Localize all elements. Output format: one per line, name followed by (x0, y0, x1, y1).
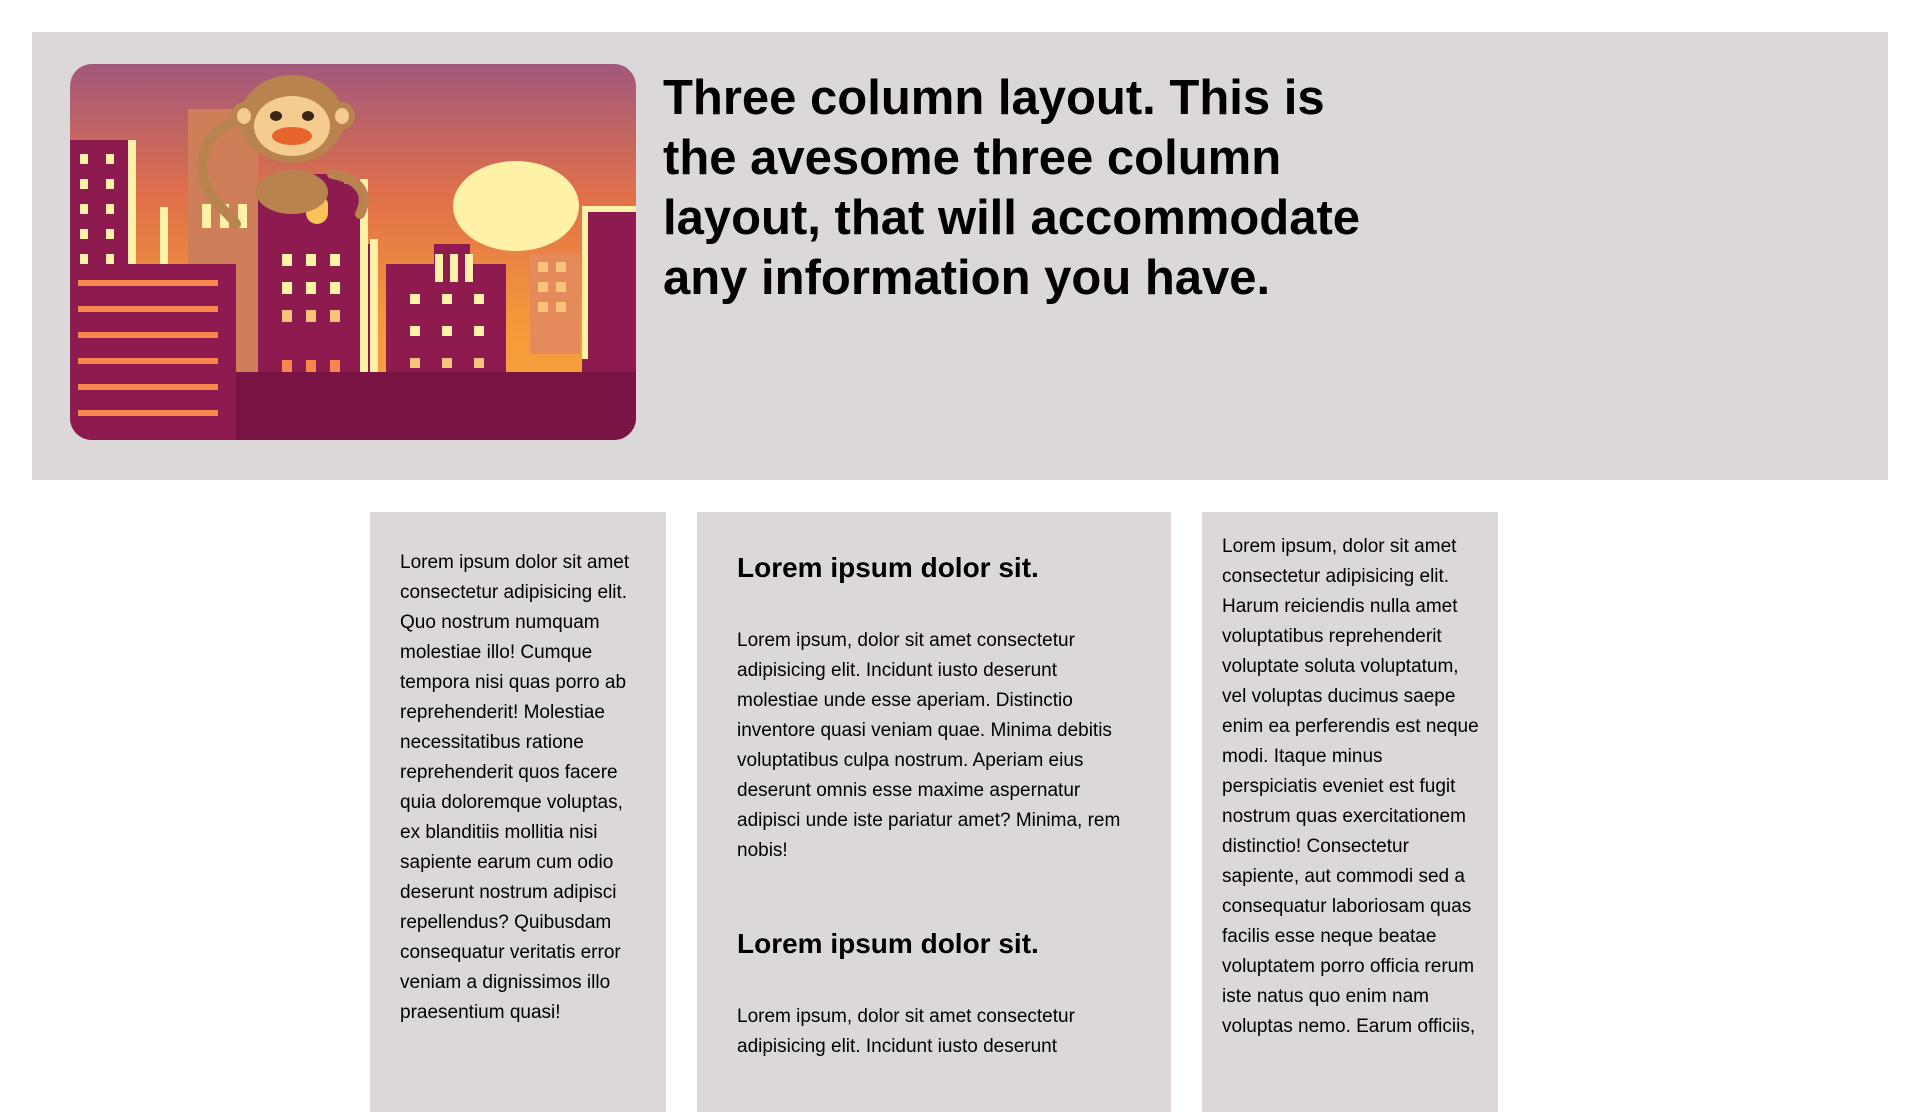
middle-column-text-1: Lorem ipsum, dolor sit amet consectetur … (737, 630, 1121, 861)
city-sunset-monkey-illustration (70, 64, 636, 440)
middle-column-heading-2: Lorem ipsum dolor sit. (737, 928, 1039, 959)
left-column: Lorem ipsum dolor sit amet consectetur a… (370, 512, 666, 1112)
right-column-text: Lorem ipsum, dolor sit amet consectetur … (1222, 536, 1479, 1037)
left-column-text: Lorem ipsum dolor sit amet consectetur a… (400, 552, 630, 1023)
header-banner: Three column layout. This is the avesome… (32, 32, 1888, 480)
middle-column: Lorem ipsum dolor sit. Lorem ipsum, dolo… (697, 512, 1171, 1112)
middle-column-text-2: Lorem ipsum, dolor sit amet consectetur … (737, 1006, 1075, 1057)
right-column: Lorem ipsum, dolor sit amet consectetur … (1202, 512, 1498, 1112)
page-title: Three column layout. This is the avesome… (663, 71, 1361, 305)
middle-column-heading-1: Lorem ipsum dolor sit. (737, 552, 1039, 583)
city-sunset-monkey-illustration-svg (70, 64, 636, 440)
